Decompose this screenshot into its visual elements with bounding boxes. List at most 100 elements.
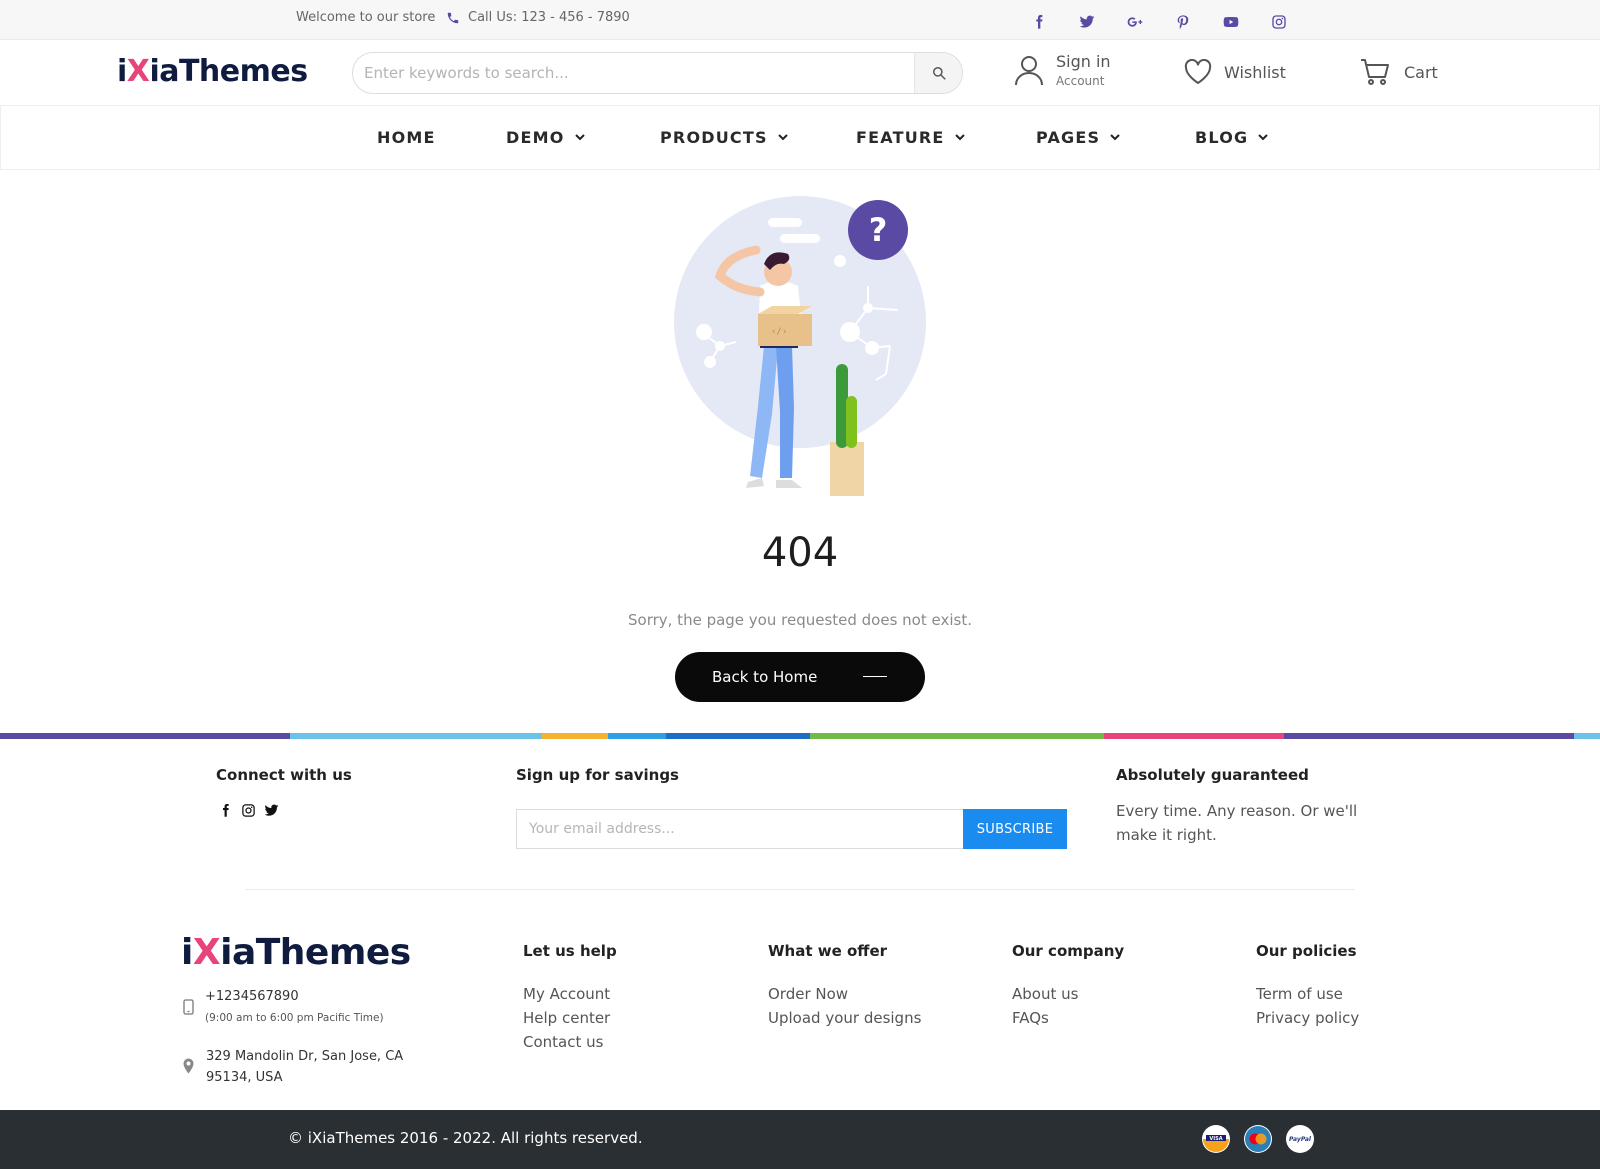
google-plus-icon[interactable]	[1124, 11, 1146, 33]
nav-label: BLOG	[1195, 128, 1249, 147]
svg-text:?: ?	[869, 211, 888, 249]
payment-methods: VISA PayPal	[1202, 1125, 1314, 1153]
chevron-down-icon	[1110, 134, 1120, 141]
nav-item-pages[interactable]: PAGES	[1036, 128, 1120, 147]
youtube-icon[interactable]	[1220, 11, 1242, 33]
wishlist-link[interactable]: Wishlist	[1184, 59, 1286, 85]
facebook-icon[interactable]	[1028, 11, 1050, 33]
twitter-icon[interactable]	[264, 802, 279, 819]
search-bar	[352, 52, 963, 94]
column-title: What we offer	[768, 942, 888, 960]
svg-text:VISA: VISA	[1209, 1136, 1222, 1142]
link-contact-us[interactable]: Contact us	[523, 1030, 617, 1054]
footer-column-offer: What we offer Order Now Upload your desi…	[768, 942, 921, 1030]
logo[interactable]: iXiaThemes	[117, 54, 308, 89]
cart-label: Cart	[1404, 62, 1438, 82]
link-upload-designs[interactable]: Upload your designs	[768, 1006, 921, 1030]
cart-icon	[1361, 59, 1389, 85]
address-line-1: 329 Mandolin Dr, San Jose, CA	[206, 1049, 404, 1064]
back-to-home-button[interactable]: Back to Home	[675, 652, 925, 702]
footer-address: 329 Mandolin Dr, San Jose, CA 95134, USA	[206, 1046, 403, 1088]
footer-divider	[245, 889, 1355, 890]
nav-item-demo[interactable]: DEMO	[506, 128, 585, 147]
search-input[interactable]	[353, 53, 913, 93]
visa-icon: VISA	[1202, 1125, 1230, 1153]
nav-item-products[interactable]: PRODUCTS	[660, 128, 788, 147]
logo-text-start: i	[181, 932, 193, 973]
svg-text:‹/›: ‹/›	[771, 327, 787, 337]
call-us[interactable]: Call Us: 123 - 456 - 7890	[446, 10, 630, 25]
footer-phone: +1234567890	[205, 989, 299, 1004]
logo-text-end: iaThemes	[149, 54, 308, 89]
nav-label: PAGES	[1036, 128, 1101, 147]
instagram-icon[interactable]	[241, 802, 256, 819]
heart-icon	[1184, 59, 1212, 84]
user-icon	[1015, 56, 1043, 86]
address-line-2: 95134, USA	[206, 1070, 283, 1085]
chevron-down-icon	[777, 134, 788, 141]
call-us-text: Call Us: 123 - 456 - 7890	[468, 10, 630, 25]
column-title: Our policies	[1256, 942, 1357, 960]
chevron-down-icon	[1258, 134, 1269, 141]
nav-item-feature[interactable]: FEATURE	[856, 128, 965, 147]
logo-text-x: X	[192, 932, 221, 973]
cart-link[interactable]: Cart	[1360, 58, 1438, 86]
link-faqs[interactable]: FAQs	[1012, 1006, 1124, 1030]
account-label: Account	[1056, 74, 1105, 88]
nav-item-home[interactable]: HOME	[377, 128, 436, 147]
sign-in-label: Sign in	[1056, 52, 1111, 71]
instagram-icon[interactable]	[1268, 11, 1290, 33]
link-term-of-use[interactable]: Term of use	[1256, 982, 1359, 1006]
nav-label: HOME	[377, 128, 436, 147]
footer-hours: (9:00 am to 6:00 pm Pacific Time)	[205, 1012, 384, 1024]
paypal-icon: PayPal	[1286, 1125, 1314, 1153]
sign-in-account[interactable]: Sign in Account	[1014, 52, 1111, 88]
subscribe-button[interactable]: SUBSCRIBE	[963, 809, 1067, 849]
main-nav: HOME DEMO PRODUCTS FEATURE PAGES BLOG	[0, 106, 1600, 170]
footer-logo[interactable]: iXiaThemes	[181, 932, 411, 973]
signup-title: Sign up for savings	[516, 766, 679, 784]
nav-label: DEMO	[506, 128, 565, 147]
link-help-center[interactable]: Help center	[523, 1006, 617, 1030]
svg-text:PayPal: PayPal	[1289, 1136, 1312, 1143]
nav-label: PRODUCTS	[660, 128, 768, 147]
footer-socials	[218, 802, 279, 819]
bottom-bar: © iXiaThemes 2016 - 2022. All rights res…	[0, 1110, 1600, 1169]
phone-icon	[447, 12, 459, 23]
nav-label: FEATURE	[856, 128, 945, 147]
nav-item-blog[interactable]: BLOG	[1195, 128, 1269, 147]
footer-column-help: Let us help My Account Help center Conta…	[523, 942, 617, 1054]
top-bar: Welcome to our store Call Us: 123 - 456 …	[0, 0, 1600, 40]
pinterest-icon[interactable]	[1172, 11, 1194, 33]
error-message: Sorry, the page you requested does not e…	[628, 611, 972, 629]
guarantee-text: Every time. Any reason. Or we'll make it…	[1116, 802, 1358, 844]
chevron-down-icon	[954, 134, 965, 141]
link-about-us[interactable]: About us	[1012, 982, 1124, 1006]
copyright: © iXiaThemes 2016 - 2022. All rights res…	[288, 1129, 643, 1147]
link-order-now[interactable]: Order Now	[768, 982, 921, 1006]
link-my-account[interactable]: My Account	[523, 982, 617, 1006]
logo-text-x: X	[126, 54, 150, 89]
twitter-icon[interactable]	[1076, 11, 1098, 33]
mobile-phone-icon	[183, 999, 194, 1015]
welcome-text: Welcome to our store	[296, 10, 436, 25]
header: iXiaThemes Sign in Account Wishlist Cart	[0, 40, 1600, 106]
arrow-line-icon	[863, 676, 887, 677]
facebook-icon[interactable]	[218, 802, 233, 819]
chevron-down-icon	[574, 134, 585, 141]
guarantee-title: Absolutely guaranteed	[1116, 766, 1309, 784]
column-title: Our company	[1012, 942, 1125, 960]
confused-man-illustration: ? ‹/›	[674, 196, 926, 496]
search-icon	[932, 67, 946, 80]
logo-text-start: i	[117, 54, 127, 89]
connect-title: Connect with us	[216, 766, 352, 784]
color-divider	[0, 733, 1600, 739]
map-pin-icon	[183, 1058, 194, 1074]
column-title: Let us help	[523, 942, 617, 960]
wishlist-label: Wishlist	[1224, 62, 1286, 82]
email-field[interactable]	[516, 809, 964, 849]
footer-column-policies: Our policies Term of use Privacy policy	[1256, 942, 1359, 1030]
search-button[interactable]	[914, 53, 962, 93]
link-privacy-policy[interactable]: Privacy policy	[1256, 1006, 1359, 1030]
logo-text-end: iaThemes	[220, 932, 411, 973]
